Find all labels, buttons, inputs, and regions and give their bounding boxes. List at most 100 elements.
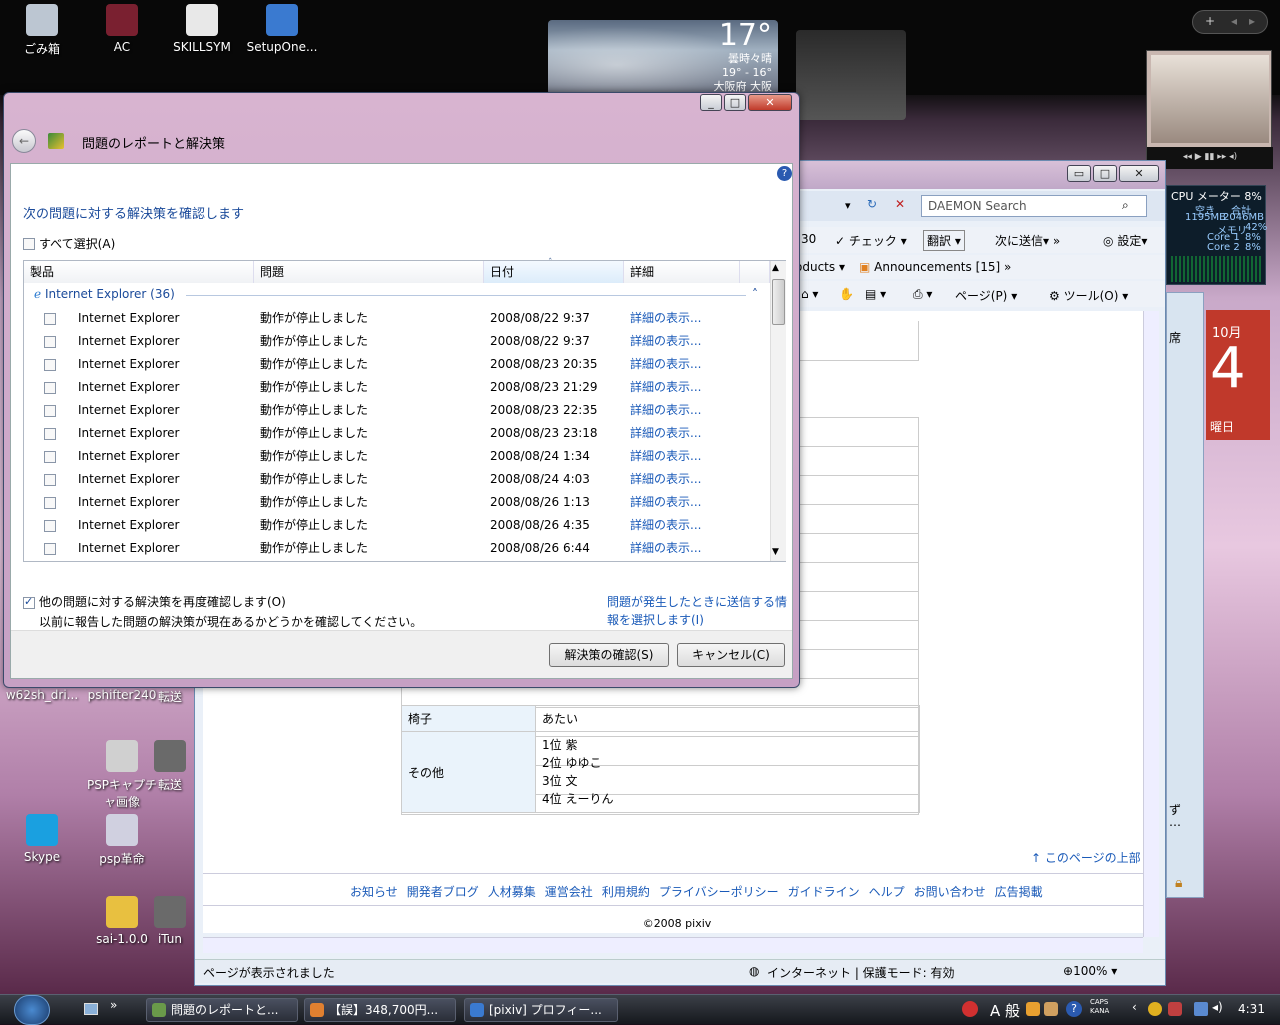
row-checkbox[interactable] (44, 359, 56, 371)
problem-row[interactable]: Internet Explorer 動作が停止しました 2008/08/24 1:3… (24, 445, 769, 468)
ie-hscrollbar[interactable] (203, 937, 1143, 953)
ime-indicator[interactable]: A 般 (990, 1000, 1020, 1021)
ie-dropdown-icon[interactable]: ▾ (845, 199, 851, 212)
row-checkbox[interactable] (44, 405, 56, 417)
quicklaunch-chevron-icon[interactable]: » (110, 998, 117, 1012)
footer-link[interactable]: 広告掲載 (995, 885, 1043, 899)
sidebar-controls[interactable]: + ◂ ▸ (1192, 10, 1268, 34)
row-details-link[interactable]: 詳細の表示... (630, 422, 701, 445)
add-gadget-icon[interactable]: + (1205, 14, 1215, 28)
settings-link-line1[interactable]: 問題が発生したときに送信する情 (607, 593, 787, 610)
spellcheck-button[interactable]: ✓ チェック ▾ (835, 232, 907, 249)
col-problem[interactable]: 問題 (254, 261, 484, 283)
footer-link[interactable]: ガイドライン (788, 885, 860, 899)
desktop-icon[interactable]: SetupOne... (244, 4, 320, 54)
desktop-icon[interactable]: psp革命 (84, 814, 160, 867)
home-icon[interactable]: ⌂ ▾ (801, 287, 818, 301)
cancel-button[interactable]: キャンセル(C) (677, 643, 785, 667)
problem-row[interactable]: Internet Explorer 動作が停止しました 2008/08/23 21:… (24, 376, 769, 399)
hand-icon[interactable]: ✋ (839, 287, 854, 301)
col-date[interactable]: 日付 (484, 261, 624, 283)
ie-minimize-button[interactable]: ▭ (1067, 165, 1091, 182)
desktop-icon[interactable]: Skype (4, 814, 80, 864)
select-all-label[interactable]: すべて選択(A) (39, 235, 115, 252)
footer-link[interactable]: お知らせ (350, 885, 398, 899)
row-checkbox[interactable] (44, 543, 56, 555)
scroll-up-icon[interactable]: ▲ (772, 263, 779, 273)
stop-icon[interactable]: ✕ (895, 197, 905, 211)
tray-icon[interactable] (1148, 1002, 1162, 1016)
ime-help-icon[interactable]: ? (1066, 1001, 1082, 1017)
back-to-top-link[interactable]: ↑ このページの上部 (1031, 849, 1141, 866)
row-checkbox[interactable] (44, 336, 56, 348)
back-arrow-icon[interactable]: ← (12, 129, 36, 153)
problem-reports-dialog[interactable]: _ □ ✕ ← 問題のレポートと解決策 ? 次の問題に対する解決策を確認します … (3, 92, 800, 688)
row-checkbox[interactable] (44, 451, 56, 463)
row-checkbox[interactable] (44, 382, 56, 394)
taskbar-button[interactable]: [pixiv] プロフィー... (464, 998, 618, 1022)
footer-link[interactable]: お問い合わせ (914, 885, 986, 899)
desktop-icon[interactable]: PSPキャプチャ画像 (84, 740, 160, 810)
minimize-button[interactable]: _ (700, 94, 722, 111)
send-to-button[interactable]: 次に送信▾ » (995, 232, 1060, 249)
ime-dict-icon[interactable] (1044, 1002, 1058, 1016)
settings-button[interactable]: ◎ 設定▾ (1103, 232, 1147, 249)
problem-row[interactable]: Internet Explorer 動作が停止しました 2008/08/22 9:3… (24, 307, 769, 330)
prev-icon[interactable]: ◂ (1231, 14, 1237, 28)
settings-link-line2[interactable]: 報を選択します(I) (607, 611, 704, 628)
recheck-checkbox[interactable]: ✓ (23, 595, 35, 609)
announcements-link[interactable]: ▣ Announcements [15] » (859, 260, 1011, 274)
network-icon[interactable] (1194, 1002, 1208, 1016)
help-icon[interactable]: ? (777, 166, 792, 181)
group-header[interactable]: ℯ Internet Explorer (36) (34, 287, 175, 301)
desktop-icon[interactable]: AC (84, 4, 160, 54)
row-details-link[interactable]: 詳細の表示... (630, 514, 701, 537)
page-menu[interactable]: ページ(P) ▾ (955, 287, 1017, 304)
recheck-label[interactable]: 他の問題に対する解決策を再度確認します(O) (39, 593, 286, 610)
footer-link[interactable]: ヘルプ (869, 885, 905, 899)
problem-row[interactable]: Internet Explorer 動作が停止しました 2008/08/23 20:… (24, 353, 769, 376)
next-icon[interactable]: ▸ (1249, 14, 1255, 28)
scroll-thumb[interactable] (772, 279, 785, 325)
problem-list[interactable]: 製品 問題 日付 ˆ 詳細 ℯ Internet Explorer (36) ˄… (23, 258, 786, 562)
feed-icon[interactable]: ▤ ▾ (865, 287, 886, 301)
ie-maximize-button[interactable]: □ (1093, 165, 1117, 182)
desktop-icon[interactable]: sai-1.0.0 (84, 896, 160, 946)
maximize-button[interactable]: □ (724, 94, 746, 111)
search-icon[interactable]: ⌕ (1122, 198, 1129, 213)
problem-row[interactable]: Internet Explorer 動作が停止しました 2008/08/23 23:… (24, 422, 769, 445)
translate-button[interactable]: 翻訳 ▾ (923, 230, 965, 251)
footer-link[interactable]: プライバシーポリシー (659, 885, 779, 899)
problem-row[interactable]: Internet Explorer 動作が停止しました 2008/08/26 4:3… (24, 514, 769, 537)
footer-link[interactable]: 運営会社 (545, 885, 593, 899)
problem-row[interactable]: Internet Explorer 動作が停止しました 2008/08/22 9:3… (24, 330, 769, 353)
tray-icon[interactable] (1168, 1002, 1182, 1016)
ie-vscrollbar[interactable] (1143, 311, 1159, 937)
row-details-link[interactable]: 詳細の表示... (630, 468, 701, 491)
row-checkbox[interactable] (44, 428, 56, 440)
tools-menu[interactable]: ⚙ ツール(O) ▾ (1049, 287, 1128, 304)
show-desktop-icon[interactable] (84, 1003, 98, 1015)
row-details-link[interactable]: 詳細の表示... (630, 537, 701, 560)
desktop-icon[interactable]: SKILLSYM (164, 4, 240, 54)
media-gadget[interactable]: ◂◂ ▶ ▮▮ ▸▸ ◂) (1146, 50, 1273, 169)
problem-row[interactable]: Internet Explorer 動作が停止しました 2008/08/24 4:0… (24, 468, 769, 491)
clock[interactable]: 4:31 (1238, 1002, 1265, 1016)
close-button[interactable]: ✕ (748, 94, 792, 111)
problem-row[interactable]: Internet Explorer 動作が停止しました 2008/08/23 22:… (24, 399, 769, 422)
row-checkbox[interactable] (44, 474, 56, 486)
problem-row[interactable]: Internet Explorer 動作が停止しました 2008/08/26 6:4… (24, 537, 769, 560)
row-details-link[interactable]: 詳細の表示... (630, 376, 701, 399)
col-details[interactable]: 詳細 (624, 261, 740, 283)
ie-search-box[interactable]: DAEMON Search ⌕ (921, 195, 1147, 217)
row-checkbox[interactable] (44, 520, 56, 532)
list-scrollbar[interactable]: ▲ ▼ (770, 261, 786, 561)
refresh-icon[interactable]: ↻ (867, 197, 877, 211)
col-product[interactable]: 製品 (24, 261, 254, 283)
side-window[interactable]: 席 ず … 🔒︎ (1166, 292, 1204, 898)
row-details-link[interactable]: 詳細の表示... (630, 491, 701, 514)
scroll-down-icon[interactable]: ▼ (772, 547, 779, 557)
ie-search-input[interactable]: DAEMON Search (928, 199, 1027, 213)
row-details-link[interactable]: 詳細の表示... (630, 353, 701, 376)
row-details-link[interactable]: 詳細の表示... (630, 445, 701, 468)
